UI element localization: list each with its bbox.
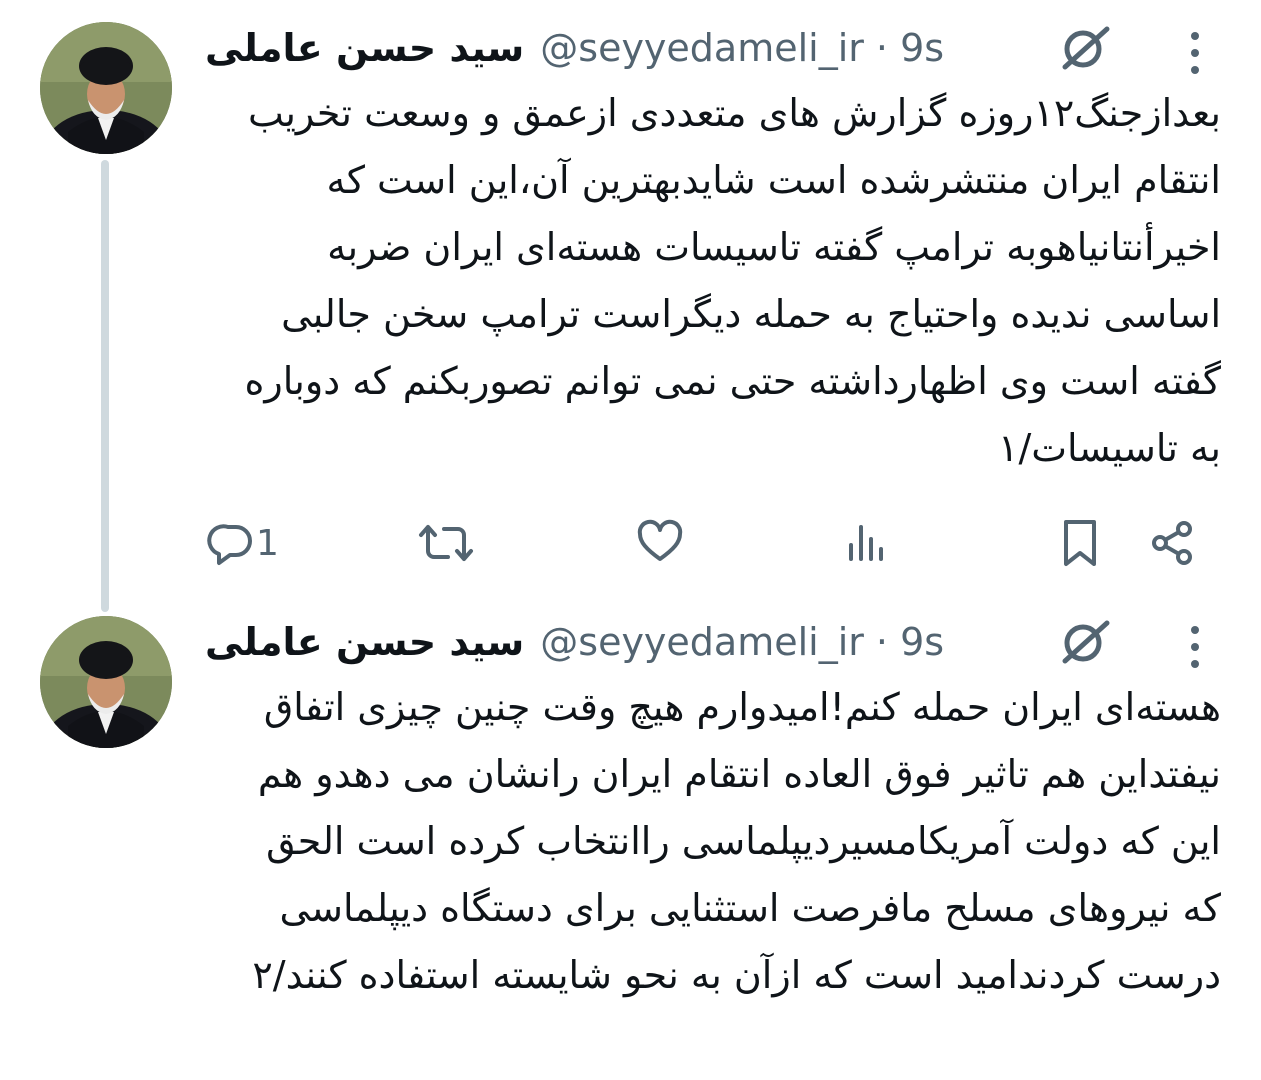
tweet-1[interactable]: سید حسن عاملی @seyyedameli_ir · 9s بعداز… — [0, 18, 1261, 598]
like-button[interactable] — [636, 513, 684, 573]
reply-icon — [206, 519, 254, 567]
handle[interactable]: @seyyedameli_ir — [540, 620, 864, 664]
display-name[interactable]: سید حسن عاملی — [205, 26, 524, 70]
tweet-actions: 1 — [0, 513, 1261, 573]
avatar[interactable] — [40, 616, 172, 748]
tweet-text: بعدازجنگ۱۲روزه گزارش های متعددی ازعمق و … — [244, 91, 1221, 470]
grok-slashed-circle-icon[interactable] — [1055, 23, 1117, 73]
tweet-2[interactable]: سید حسن عاملی @seyyedameli_ir · 9s هسته‌… — [0, 612, 1261, 1080]
handle[interactable]: @seyyedameli_ir — [540, 26, 864, 70]
avatar[interactable] — [40, 22, 172, 154]
views-icon — [845, 519, 889, 567]
tweet-text: هسته‌ای ایران حمله کنم!امیدوارم هیچ وقت … — [252, 685, 1221, 997]
thread-connector-line — [101, 160, 109, 612]
share-button[interactable] — [1148, 513, 1196, 573]
share-icon — [1148, 519, 1196, 567]
more-vertical-icon[interactable] — [1185, 624, 1205, 670]
reply-count: 1 — [256, 522, 279, 564]
retweet-icon — [418, 519, 474, 567]
tweet-header: سید حسن عاملی @seyyedameli_ir · 9s — [205, 612, 944, 672]
timestamp[interactable]: · 9s — [876, 26, 944, 70]
display-name[interactable]: سید حسن عاملی — [205, 620, 524, 664]
views-button[interactable] — [845, 513, 889, 573]
retweet-button[interactable] — [418, 513, 474, 573]
reply-button[interactable]: 1 — [206, 513, 279, 573]
grok-slashed-circle-icon[interactable] — [1055, 617, 1117, 667]
more-vertical-icon[interactable] — [1185, 30, 1205, 76]
bookmark-icon — [1058, 518, 1102, 568]
bookmark-button[interactable] — [1058, 513, 1102, 573]
heart-icon — [636, 519, 684, 567]
tweet-header: سید حسن عاملی @seyyedameli_ir · 9s — [205, 18, 944, 78]
timestamp[interactable]: · 9s — [876, 620, 944, 664]
